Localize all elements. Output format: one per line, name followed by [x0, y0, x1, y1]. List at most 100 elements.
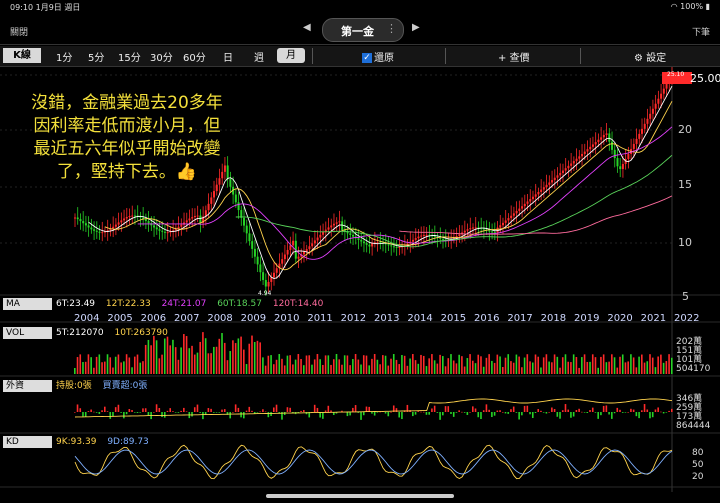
foreign-bar: [371, 412, 373, 414]
foreign-bar: [289, 407, 291, 412]
volume-bar: [191, 345, 193, 374]
candle-body: [632, 143, 635, 149]
period-day[interactable]: 日: [223, 49, 233, 64]
candle-body: [273, 272, 275, 278]
candle-body: [207, 203, 210, 211]
close-button[interactable]: 關閉: [10, 25, 28, 38]
period-5min[interactable]: 5分: [88, 49, 104, 64]
settings-button[interactable]: ⚙ 設定: [634, 49, 666, 64]
year-label: 2017: [507, 313, 533, 324]
next-stock-icon[interactable]: ▶: [412, 22, 420, 33]
volume-bar: [627, 361, 629, 374]
year-label: 2004: [74, 313, 100, 324]
foreign-bar: [605, 405, 608, 412]
period-30min[interactable]: 30分: [150, 49, 173, 64]
foreign-bar: [602, 405, 605, 412]
volume-bar: [305, 355, 308, 374]
volume-bar: [177, 359, 180, 374]
volume-bar: [354, 354, 357, 374]
volume-bar: [343, 355, 346, 374]
stock-selector[interactable]: 第一金 ⋮: [322, 18, 404, 42]
volume-bar: [275, 359, 278, 374]
next-button[interactable]: 下筆: [692, 25, 710, 38]
volume-bar: [158, 358, 161, 374]
year-label: 2009: [240, 313, 267, 324]
restore-toggle[interactable]: ✓ 還原: [362, 49, 394, 64]
candle-body: [188, 218, 191, 221]
foreign-bar: [564, 404, 567, 412]
foreign-bar: [635, 412, 638, 417]
volume-bar: [433, 360, 436, 374]
candle-body: [491, 231, 494, 233]
period-60min[interactable]: 60分: [183, 49, 206, 64]
period-1min[interactable]: 1分: [56, 49, 72, 64]
prev-stock-icon[interactable]: ◀: [303, 22, 311, 33]
volume-bar: [360, 364, 362, 374]
foreign-bar: [177, 412, 180, 413]
foreign-bar: [166, 410, 169, 412]
foreign-bar: [158, 407, 161, 412]
volume-bar: [139, 362, 142, 374]
candle-body: [120, 220, 123, 223]
candle-body: [163, 231, 166, 233]
volume-bar: [548, 361, 550, 374]
add-quote-button[interactable]: + 查價: [498, 49, 530, 64]
volume-bar: [608, 361, 610, 374]
year-label: 2007: [174, 313, 200, 324]
candle-body: [144, 219, 147, 222]
foreign-bar: [428, 412, 430, 415]
period-month[interactable]: 月: [277, 48, 305, 63]
candle-body: [518, 208, 521, 211]
candle-body: [327, 227, 330, 230]
foreign-bar: [420, 411, 422, 413]
volume-bar: [646, 361, 649, 374]
foreign-bar: [624, 412, 627, 413]
foreign-bar: [223, 409, 226, 412]
period-15min[interactable]: 15分: [118, 49, 141, 64]
year-label: 2018: [540, 313, 567, 324]
volume-bar: [319, 359, 321, 374]
foreign-bar: [376, 412, 379, 413]
candle-body: [286, 249, 289, 255]
foreign-bar: [493, 412, 496, 416]
current-price-small: 25.10: [667, 71, 684, 78]
volume-bar: [251, 335, 253, 374]
candle-body: [185, 220, 188, 223]
year-label: 2021: [640, 313, 667, 324]
foreign-bar: [594, 412, 597, 413]
volume-bar: [106, 354, 109, 374]
kd-label: KD: [3, 436, 52, 448]
foreign-bar: [660, 411, 662, 413]
candle-body: [529, 199, 532, 202]
candle-body: [248, 233, 251, 242]
year-label: 2022: [674, 313, 700, 324]
volume-bar: [619, 356, 621, 374]
foreign-bar: [221, 409, 223, 412]
foreign-bar: [327, 405, 330, 412]
candle-body: [98, 231, 101, 233]
candle-body: [147, 221, 150, 224]
foreign-bar: [452, 412, 455, 417]
checkbox-checked-icon: ✓: [362, 53, 372, 63]
foreign-bar: [133, 412, 136, 413]
foreign-bar: [455, 412, 458, 413]
vol-label: VOL: [3, 327, 52, 339]
foreign-bar: [286, 407, 289, 412]
foreign-bar: [422, 411, 425, 413]
candle-body: [376, 242, 379, 244]
annotation-line: 沒錯，金融業過去20多年: [31, 93, 223, 113]
foreign-bar: [556, 412, 559, 417]
candle-body: [442, 238, 445, 240]
volume-bar: [390, 358, 392, 374]
foreign-bar: [169, 408, 172, 412]
volume-bar: [567, 361, 570, 374]
volume-bar: [103, 361, 106, 374]
candle-body: [474, 227, 477, 229]
k-line-button[interactable]: K線: [3, 48, 41, 63]
period-week[interactable]: 週: [254, 49, 264, 64]
foreign-bar: [131, 410, 133, 412]
foreign-bar: [349, 412, 351, 416]
candle-body: [245, 225, 248, 234]
volume-bar: [234, 343, 237, 374]
volume-bar: [297, 354, 300, 374]
